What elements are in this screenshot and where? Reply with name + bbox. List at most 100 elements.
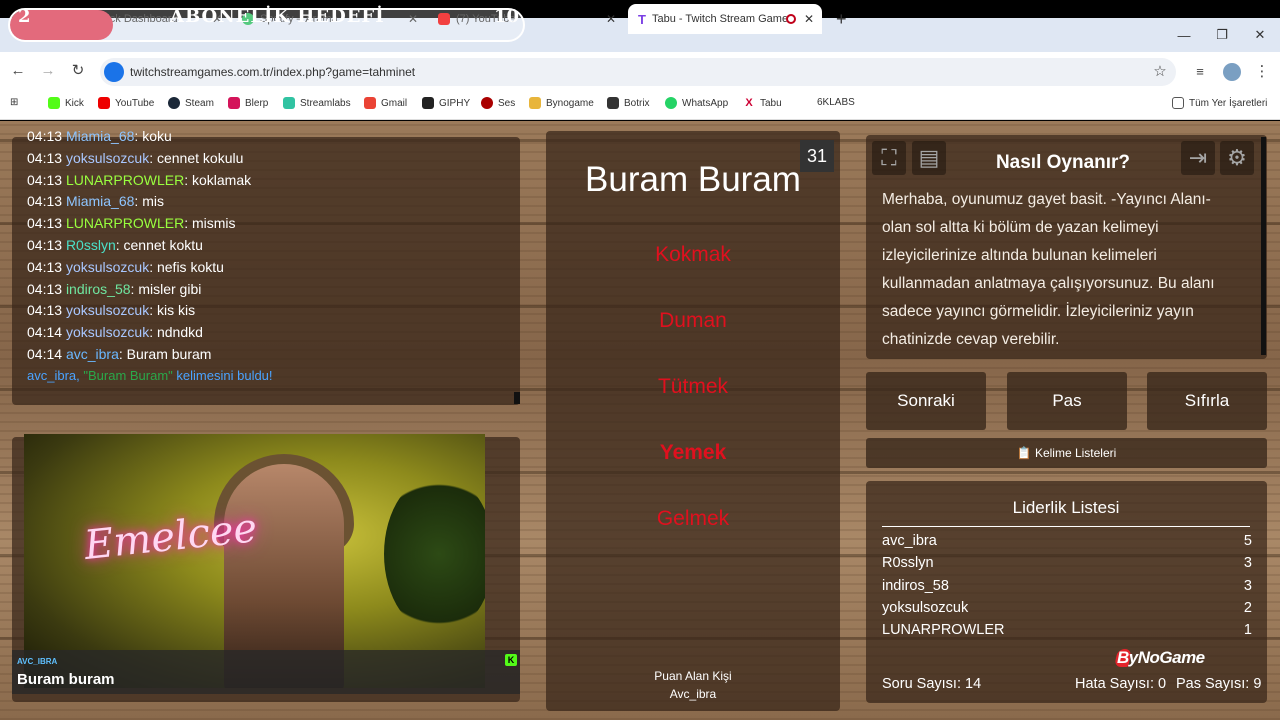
all-bookmarks[interactable]: Tüm Yer İşaretleri bbox=[1172, 97, 1267, 109]
chat-username[interactable]: yoksulsozcuk bbox=[66, 302, 149, 318]
menu-icon[interactable]: ⋮ bbox=[1252, 62, 1272, 82]
chat-username[interactable]: LUNARPROWLER bbox=[66, 172, 184, 188]
found-word: "Buram Buram" bbox=[83, 367, 173, 383]
chat-time: 04:13 bbox=[27, 236, 63, 253]
star-icon[interactable]: ☆ bbox=[1150, 62, 1170, 82]
chat-time: 04:13 bbox=[27, 149, 63, 166]
ses-icon bbox=[481, 97, 493, 109]
taboo-word: Tütmek bbox=[657, 375, 728, 398]
bookmark-streamlabs[interactable]: Streamlabs bbox=[283, 97, 351, 109]
reload-icon[interactable]: ↻ bbox=[68, 61, 88, 81]
chat-username[interactable]: yoksulsozcuk bbox=[66, 259, 149, 275]
forward-icon[interactable]: → bbox=[38, 61, 58, 81]
bookmark-kick[interactable]: Kick bbox=[48, 97, 84, 109]
howto-scrollbar[interactable] bbox=[1261, 137, 1266, 355]
chat-username[interactable]: Miamia_68 bbox=[66, 128, 134, 144]
apps-icon[interactable]: ⊞ bbox=[10, 97, 18, 108]
chat-log[interactable]: 04:13 Miamia_68: koku 04:13 yoksulsozcuk:… bbox=[27, 128, 507, 383]
chat-message: 04:13 yoksulsozcuk: cennet kokulu bbox=[27, 149, 244, 166]
kick-icon: K bbox=[505, 654, 517, 666]
restore-icon[interactable]: ❐ bbox=[1204, 18, 1240, 52]
leaderboard-row: avc_ibra 5 bbox=[882, 533, 1252, 549]
reset-button[interactable]: Sıfırla bbox=[1147, 372, 1267, 430]
chat-username[interactable]: avc_ibra bbox=[66, 346, 119, 362]
media-icon[interactable]: ≡ bbox=[1190, 62, 1210, 82]
site-info-icon[interactable] bbox=[104, 62, 124, 82]
taboo-word: Gelmek bbox=[656, 507, 730, 530]
chat-username[interactable]: R0sslyn bbox=[66, 237, 116, 253]
error-count: Hata Sayısı: 0 bbox=[1075, 676, 1167, 692]
profile-avatar[interactable] bbox=[1223, 63, 1241, 81]
chat-text: ndndkd bbox=[156, 324, 203, 341]
bookmark-steam[interactable]: Steam bbox=[168, 97, 214, 109]
tab-tabu[interactable]: T Tabu - Twitch Stream Game ✕ bbox=[628, 4, 822, 34]
youtube-icon bbox=[98, 97, 110, 109]
pass-button[interactable]: Pas bbox=[1007, 372, 1127, 430]
bookmark-6klabs[interactable]: 6KLABS bbox=[817, 97, 855, 108]
scorer-name: Avc_ibra bbox=[669, 687, 717, 701]
word-found-notice: avc_ibra, "Buram Buram" kelimesini buldu… bbox=[27, 367, 273, 383]
bookmark-ses[interactable]: Ses bbox=[481, 97, 515, 109]
close-icon[interactable]: ✕ bbox=[804, 12, 814, 26]
chat-text: koklamak bbox=[191, 171, 252, 188]
chat-text: mismis bbox=[191, 215, 236, 232]
close-window-icon[interactable]: ✕ bbox=[1242, 18, 1278, 52]
new-tab-button[interactable]: + bbox=[826, 4, 856, 34]
chat-time: 04:14 bbox=[27, 345, 63, 362]
twitch-games-icon: T bbox=[638, 11, 646, 27]
word-card bbox=[546, 131, 840, 711]
bookmark-gmail[interactable]: Gmail bbox=[364, 97, 407, 109]
chat-time: 04:14 bbox=[27, 324, 63, 341]
kick-icon bbox=[48, 97, 60, 109]
bookmark-tabu[interactable]: X Tabu bbox=[743, 97, 782, 109]
howto-text: Merhaba, oyunumuz gayet basit. -Yayıncı … bbox=[882, 191, 1215, 348]
url-text: twitchstreamgames.com.tr/index.php?game=… bbox=[130, 65, 416, 79]
last-chat-user: AVC_IBRA bbox=[17, 657, 58, 666]
chat-time: 04:13 bbox=[27, 215, 63, 232]
bookmark-botrix[interactable]: Botrix bbox=[607, 97, 650, 109]
chat-text: misler gibi bbox=[138, 280, 202, 297]
bookmark-giphy[interactable]: GIPHY bbox=[422, 97, 470, 109]
tab-label: Tabu - Twitch Stream Game bbox=[651, 13, 789, 25]
chat-username[interactable]: yoksulsozcuk bbox=[66, 324, 149, 340]
scorer-label: Puan Alan Kişi bbox=[654, 669, 732, 683]
botrix-icon bbox=[607, 97, 619, 109]
goal-current: 2 bbox=[18, 6, 31, 27]
back-icon[interactable]: ← bbox=[8, 61, 28, 81]
leaderboard-row: LUNARPROWLER 1 bbox=[882, 622, 1252, 638]
close-icon[interactable]: ✕ bbox=[606, 12, 616, 26]
chat-text: Buram buram bbox=[126, 345, 212, 362]
folder-icon bbox=[1172, 97, 1184, 109]
bookmark-whatsapp[interactable]: WhatsApp bbox=[665, 97, 728, 109]
taboo-word: Kokmak bbox=[655, 243, 731, 266]
next-button[interactable]: Sonraki bbox=[866, 372, 986, 430]
streamlabs-icon bbox=[283, 97, 295, 109]
chat-message: 04:13 yoksulsozcuk: kis kis bbox=[27, 302, 196, 319]
chat-text: kis kis bbox=[156, 302, 196, 319]
plant bbox=[384, 474, 485, 634]
chat-text: koku bbox=[142, 128, 172, 144]
chat-text: cennet koktu bbox=[123, 236, 203, 253]
chat-username[interactable]: LUNARPROWLER bbox=[66, 215, 184, 231]
minimize-icon[interactable]: — bbox=[1166, 18, 1202, 52]
chat-message: 04:13 Miamia_68: mis bbox=[27, 193, 164, 210]
chat-time: 04:13 bbox=[27, 280, 63, 297]
chat-username[interactable]: Miamia_68 bbox=[66, 193, 134, 209]
chat-scrollbar[interactable] bbox=[514, 392, 520, 404]
howto-title: Nasıl Oynanır? bbox=[995, 152, 1131, 173]
chat-time: 04:13 bbox=[27, 128, 63, 144]
chat-message: 04:13 Miamia_68: koku bbox=[27, 128, 172, 144]
bookmark-blerp[interactable]: Blerp bbox=[228, 97, 268, 109]
bookmark-bynogame[interactable]: Bynogame bbox=[529, 97, 594, 109]
chat-username[interactable]: yoksulsozcuk bbox=[66, 150, 149, 166]
chat-time: 04:13 bbox=[27, 258, 63, 275]
chat-time: 04:13 bbox=[27, 193, 63, 210]
leaderboard-title: Liderlik Listesi bbox=[882, 498, 1250, 527]
word-lists-button[interactable]: 📋 Kelime Listeleri bbox=[866, 438, 1267, 468]
bynogame-logo: ByNoGame bbox=[1117, 648, 1205, 667]
chat-username[interactable]: indiros_58 bbox=[66, 281, 131, 297]
chat-time: 04:13 bbox=[27, 171, 63, 188]
chat-message: 04:13 yoksulsozcuk: nefis koktu bbox=[27, 258, 224, 275]
chat-text: mis bbox=[142, 193, 164, 210]
bookmark-youtube[interactable]: YouTube bbox=[98, 97, 154, 109]
